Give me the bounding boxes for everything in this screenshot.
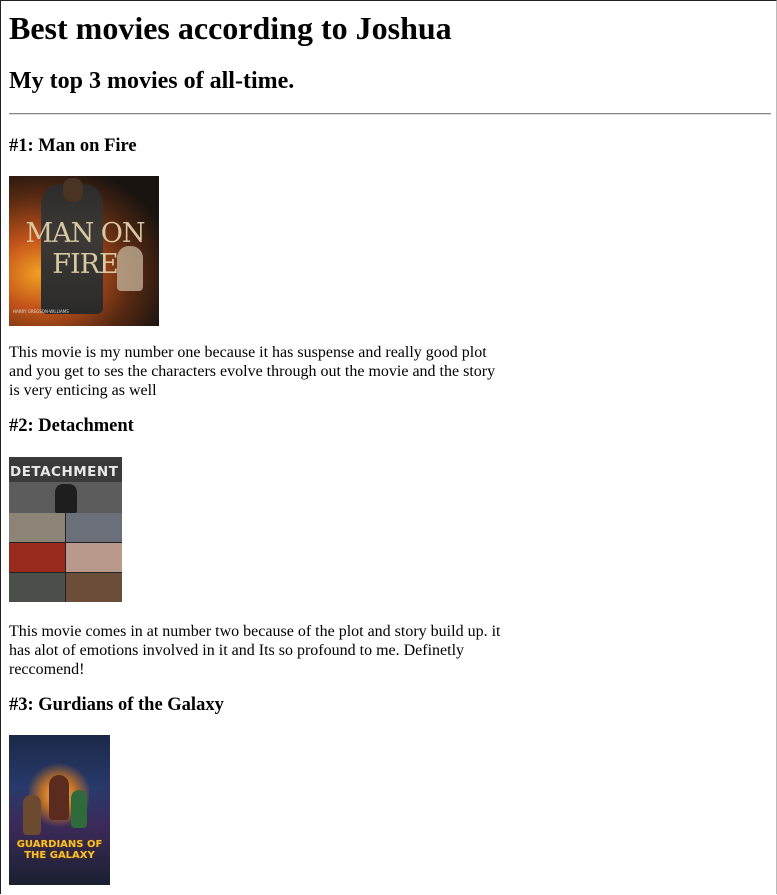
- movie-heading-1: #1: Man on Fire: [9, 136, 137, 156]
- poster-title-text: DETACHMENT: [10, 464, 119, 480]
- poster-top-panel: [9, 482, 122, 513]
- movie-poster-man-on-fire: MAN ON FIRE HARRY GREGSON-WILLIAMS: [9, 176, 159, 326]
- divider: [9, 113, 771, 115]
- movie-description-1: This movie is my number one because it h…: [9, 344, 496, 399]
- poster-collage: [9, 513, 122, 602]
- movie-poster-detachment: DETACHMENT: [9, 457, 122, 602]
- poster-title-text: GUARDIANS OF THE GALAXY: [16, 839, 103, 861]
- collage-tile: [9, 543, 65, 572]
- collage-tile: [66, 513, 122, 542]
- movie-heading-2: #2: Detachment: [9, 416, 134, 436]
- collage-tile: [66, 543, 122, 572]
- movie-poster-guardians-of-the-galaxy: GUARDIANS OF THE GALAXY: [9, 735, 110, 885]
- movie-heading-3: #3: Gurdians of the Galaxy: [9, 695, 224, 715]
- page-subtitle: My top 3 movies of all-time.: [9, 68, 295, 94]
- page-title: Best movies according to Joshua: [9, 10, 452, 46]
- poster-figure: [23, 795, 41, 835]
- poster-credit-text: HARRY GREGSON-WILLIAMS: [13, 309, 69, 314]
- poster-figure-head: [63, 178, 83, 202]
- poster-figure: [49, 775, 69, 820]
- poster-figure: [71, 790, 87, 828]
- poster-figure: [55, 484, 77, 513]
- movie-description-2: This movie comes in at number two becaus…: [9, 623, 501, 678]
- poster-title-text: MAN ON FIRE: [25, 218, 145, 280]
- collage-tile: [9, 513, 65, 542]
- collage-tile: [66, 573, 122, 602]
- collage-tile: [9, 573, 65, 602]
